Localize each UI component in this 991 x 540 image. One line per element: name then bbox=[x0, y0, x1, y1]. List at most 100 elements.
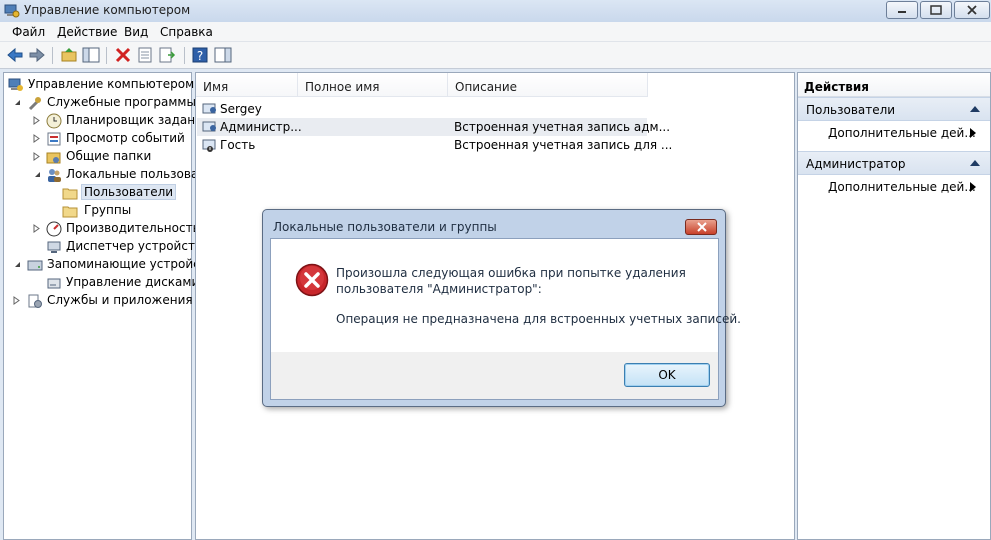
storage-icon bbox=[27, 260, 43, 271]
user-icon bbox=[202, 103, 216, 114]
clock-icon bbox=[46, 113, 62, 129]
close-window-button[interactable] bbox=[954, 1, 990, 19]
tree-item-disk-management[interactable]: Управление дисками bbox=[32, 274, 199, 292]
up-folder-icon[interactable] bbox=[60, 46, 78, 64]
expand-arrow-icon[interactable] bbox=[32, 151, 41, 162]
folder-icon bbox=[62, 188, 78, 200]
dialog-close-button[interactable] bbox=[685, 219, 717, 235]
column-header-description[interactable]: Описание bbox=[448, 73, 648, 97]
maximize-button[interactable] bbox=[920, 1, 952, 19]
user-icon bbox=[202, 121, 216, 132]
disk-icon bbox=[47, 278, 61, 289]
dialog-body: Произошла следующая ошибка при попытке у… bbox=[270, 238, 741, 400]
tree-item-services-apps[interactable]: Службы и приложения bbox=[12, 292, 193, 310]
tree-label: Общие папки bbox=[66, 149, 152, 163]
expand-arrow-icon[interactable] bbox=[12, 295, 21, 306]
error-icon bbox=[295, 263, 329, 297]
tree-item-task-scheduler[interactable]: Планировщик заданий bbox=[32, 112, 211, 130]
computer-management-icon bbox=[8, 78, 23, 91]
error-dialog: Локальные пользователи и группы Произошл… bbox=[262, 209, 741, 407]
ok-button[interactable]: OK bbox=[624, 363, 710, 387]
submenu-arrow-icon bbox=[970, 182, 976, 192]
console-tree: Управление компьютером (л Служебные прог… bbox=[3, 72, 213, 540]
expand-arrow-icon[interactable] bbox=[32, 223, 41, 234]
tree-item-users[interactable]: Пользователи bbox=[62, 184, 193, 202]
svg-text:?: ? bbox=[197, 49, 203, 63]
error-detail: Операция не предназначена для встроенных… bbox=[336, 312, 741, 326]
delete-icon[interactable] bbox=[114, 46, 132, 64]
disabled-user-icon bbox=[202, 139, 216, 152]
menu-view[interactable]: Вид bbox=[124, 25, 148, 39]
list-item[interactable]: Гость Встроенная учетная запись для ... bbox=[197, 136, 672, 154]
tree-item-device-manager[interactable]: Диспетчер устройств bbox=[32, 238, 202, 256]
tree-item-system-tools[interactable]: Служебные программы bbox=[12, 94, 196, 112]
back-arrow-icon[interactable] bbox=[6, 46, 24, 64]
collapse-arrow-icon[interactable] bbox=[32, 169, 41, 180]
more-actions-admin[interactable]: Дополнительные дей... bbox=[828, 180, 976, 194]
column-header-name[interactable]: Имя bbox=[196, 73, 298, 97]
minimize-button[interactable] bbox=[886, 1, 918, 19]
tree-label: Локальные пользовате bbox=[66, 167, 213, 181]
tree-label: Управление дисками bbox=[66, 275, 200, 289]
user-description: Встроенная учетная запись для ... bbox=[454, 138, 673, 152]
expand-arrow-icon[interactable] bbox=[32, 115, 41, 126]
tree-label: Группы bbox=[84, 203, 132, 217]
tree-label: Диспетчер устройств bbox=[66, 239, 203, 253]
minimize-icon bbox=[898, 11, 906, 13]
close-icon bbox=[697, 222, 707, 232]
shared-folder-icon bbox=[46, 152, 61, 164]
tree-item-shared-folders[interactable]: Общие папки bbox=[32, 148, 193, 166]
event-viewer-icon bbox=[47, 132, 61, 146]
collapse-arrow-icon[interactable] bbox=[12, 259, 21, 270]
show-action-pane-icon[interactable] bbox=[214, 46, 232, 64]
expand-arrow-icon[interactable] bbox=[32, 133, 41, 144]
toolbar: ? bbox=[0, 42, 991, 69]
error-message-line2: пользователя "Администратор": bbox=[336, 282, 542, 296]
tree-label: Производительность bbox=[66, 221, 200, 235]
actions-pane: Действия Пользователи Дополнительные дей… bbox=[797, 72, 991, 540]
collapse-up-icon[interactable] bbox=[970, 160, 980, 167]
column-header-full-name[interactable]: Полное имя bbox=[298, 73, 448, 97]
tree-label: Запоминающие устройст bbox=[47, 257, 207, 271]
collapse-arrow-icon[interactable] bbox=[12, 97, 21, 108]
properties-icon[interactable] bbox=[136, 46, 154, 64]
list-item[interactable]: Администр... Встроенная учетная запись а… bbox=[197, 118, 670, 136]
tree-label: Служебные программы bbox=[47, 95, 196, 109]
list-item[interactable]: Sergey bbox=[197, 100, 647, 118]
user-name: Администр... bbox=[220, 120, 302, 134]
tree-label: Планировщик заданий bbox=[66, 113, 211, 127]
tree-item-performance[interactable]: Производительность bbox=[32, 220, 200, 238]
actions-section-admin[interactable]: Администратор bbox=[798, 151, 990, 175]
tree-root[interactable]: Управление компьютером (л bbox=[8, 76, 210, 94]
tree-item-groups[interactable]: Группы bbox=[62, 202, 193, 220]
tree-label: Службы и приложения bbox=[47, 293, 193, 307]
actions-title: Действия bbox=[798, 73, 990, 97]
menu-action[interactable]: Действие bbox=[57, 25, 117, 39]
submenu-arrow-icon bbox=[970, 128, 976, 138]
tree-label: Управление компьютером (л bbox=[28, 77, 211, 91]
user-description: Встроенная учетная запись адм... bbox=[454, 120, 671, 134]
more-actions-users[interactable]: Дополнительные дей... bbox=[828, 126, 976, 140]
actions-section-users[interactable]: Пользователи bbox=[798, 97, 990, 121]
dialog-title: Локальные пользователи и группы bbox=[273, 220, 497, 234]
export-list-icon[interactable] bbox=[158, 46, 176, 64]
help-icon[interactable]: ? bbox=[191, 46, 209, 64]
user-name: Sergey bbox=[220, 102, 262, 116]
forward-arrow-icon[interactable] bbox=[28, 46, 46, 64]
section-header: Пользователи bbox=[806, 103, 896, 117]
menu-file[interactable]: Файл bbox=[12, 25, 45, 39]
tree-label: Просмотр событий bbox=[66, 131, 185, 145]
close-icon bbox=[967, 5, 977, 15]
menu-help[interactable]: Справка bbox=[160, 25, 213, 39]
show-hide-tree-icon[interactable] bbox=[82, 46, 100, 64]
tree-item-local-users[interactable]: Локальные пользовате bbox=[32, 166, 213, 184]
window-title: Управление компьютером bbox=[24, 3, 191, 17]
tree-item-event-viewer[interactable]: Просмотр событий bbox=[32, 130, 193, 148]
user-name: Гость bbox=[220, 138, 256, 152]
users-group-icon bbox=[48, 169, 61, 182]
tools-icon bbox=[28, 97, 41, 111]
tree-item-storage[interactable]: Запоминающие устройст bbox=[12, 256, 207, 274]
menu-bar: Файл Действие Вид Справка bbox=[0, 22, 991, 42]
computer-management-icon bbox=[4, 4, 20, 18]
collapse-up-icon[interactable] bbox=[970, 106, 980, 113]
